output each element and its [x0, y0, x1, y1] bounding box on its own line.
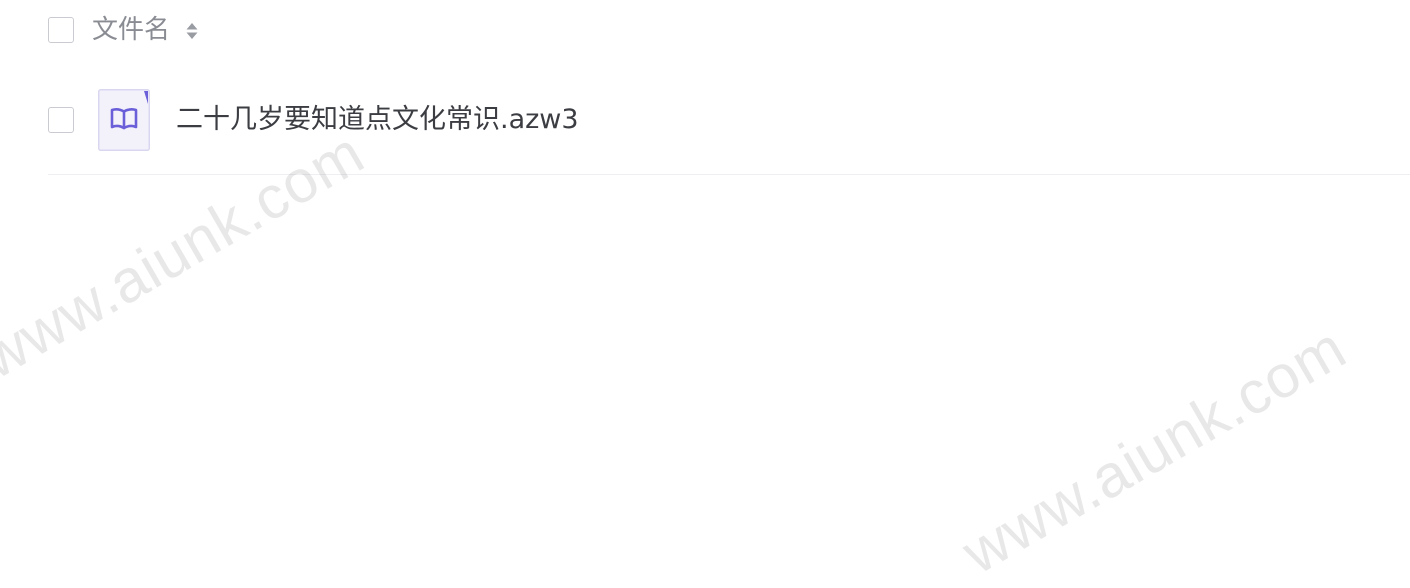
select-all-checkbox[interactable] — [48, 17, 74, 43]
sort-both-icon[interactable] — [185, 20, 199, 42]
file-row-checkbox[interactable] — [48, 107, 74, 133]
filename-column-header[interactable]: 文件名 — [92, 12, 170, 48]
ebook-icon — [98, 89, 150, 151]
file-list: 文件名 二十几岁要知道点文化常识.azw3 — [0, 0, 1410, 588]
file-name[interactable]: 二十几岁要知道点文化常识.azw3 — [176, 100, 579, 140]
file-list-header: 文件名 — [48, 0, 1410, 60]
file-row[interactable]: 二十几岁要知道点文化常识.azw3 — [48, 84, 1410, 175]
